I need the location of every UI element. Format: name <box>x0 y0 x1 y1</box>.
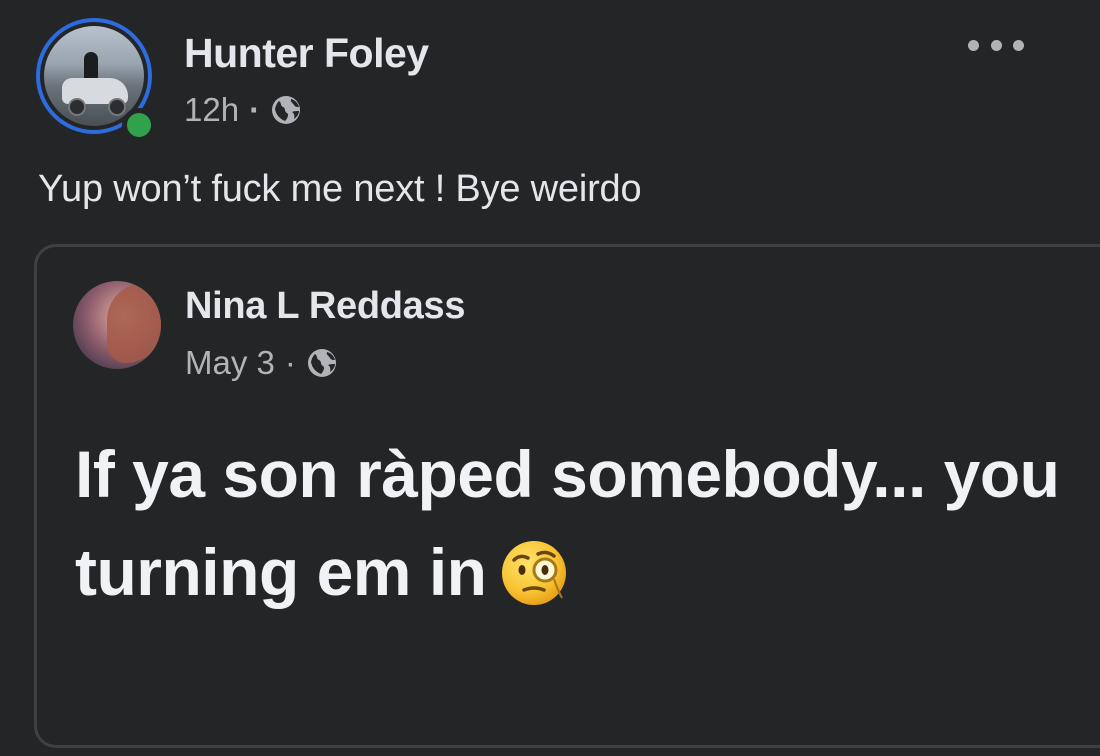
post-caption: Yup won’t fuck me next ! Bye weirdo <box>38 168 642 210</box>
face-with-monocle-icon <box>502 540 567 605</box>
shared-author-avatar[interactable] <box>73 281 161 369</box>
shared-post-meta: May 3 · <box>185 341 338 385</box>
post-author-name[interactable]: Hunter Foley <box>184 30 429 77</box>
meta-separator: · <box>249 91 261 128</box>
online-status-icon <box>122 108 156 142</box>
shared-post-date[interactable]: May 3 <box>185 344 275 382</box>
globe-icon[interactable] <box>306 347 338 379</box>
more-options-icon[interactable] <box>968 30 1024 60</box>
post-timestamp[interactable]: 12h <box>184 91 239 129</box>
meta-separator: · <box>284 344 296 381</box>
globe-icon[interactable] <box>270 94 302 126</box>
shared-author-name[interactable]: Nina L Reddass <box>185 285 466 328</box>
post-meta: 12h · <box>184 88 302 132</box>
shared-post-text: If ya son ràped somebody... you turning … <box>75 425 1095 621</box>
shared-post-card[interactable]: Nina L Reddass May 3 · If ya son ràped s… <box>34 244 1100 748</box>
facebook-post: Hunter Foley 12h · Yup won’t fuck me nex… <box>0 0 1100 756</box>
